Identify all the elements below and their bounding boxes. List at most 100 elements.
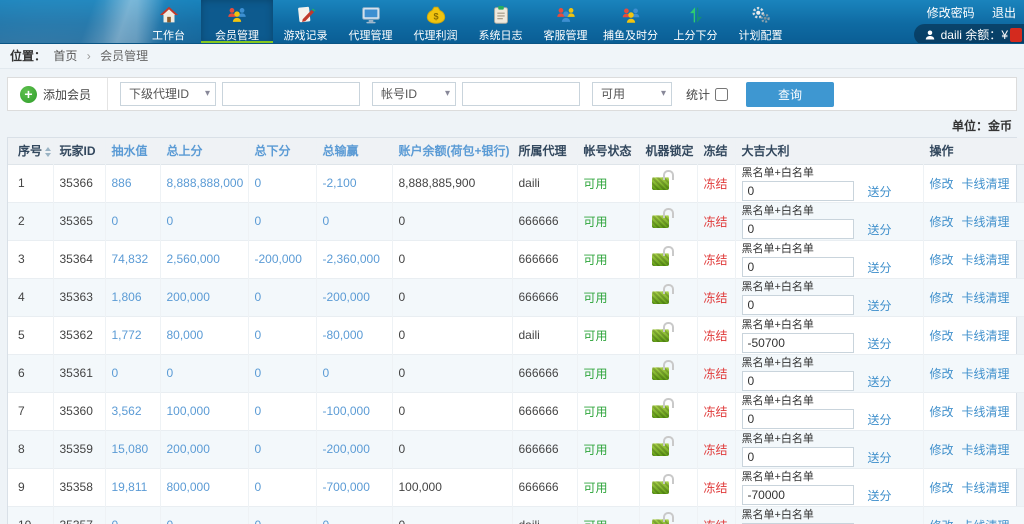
freeze-link[interactable]: 冻结 (704, 291, 728, 305)
freeze-link[interactable]: 冻结 (704, 177, 728, 191)
cell-freeze: 冻结 (697, 392, 735, 430)
edit-link[interactable]: 修改 (930, 215, 954, 229)
nav-item-system-log[interactable]: 系统日志 (468, 0, 533, 44)
freeze-link[interactable]: 冻结 (704, 253, 728, 267)
score-input[interactable] (742, 409, 854, 429)
score-input[interactable] (742, 257, 854, 277)
nav-item-members[interactable]: 会员管理 (201, 0, 273, 44)
machine-lock-icon[interactable] (652, 367, 669, 380)
clean-line-link[interactable]: 卡线清理 (962, 253, 1010, 267)
freeze-link[interactable]: 冻结 (704, 443, 728, 457)
edit-link[interactable]: 修改 (930, 367, 954, 381)
cell-winloss: -80,000 (316, 316, 392, 354)
machine-lock-icon[interactable] (652, 215, 669, 228)
send-score-link[interactable]: 送分 (868, 259, 892, 276)
status-select[interactable]: 可用 (592, 82, 672, 106)
table-row: 9 35358 19,811 800,000 0 -700,000 100,00… (8, 468, 1024, 506)
freeze-link[interactable]: 冻结 (704, 481, 728, 495)
score-input[interactable] (742, 485, 854, 505)
send-score-link[interactable]: 送分 (868, 411, 892, 428)
edit-link[interactable]: 修改 (930, 405, 954, 419)
score-input[interactable] (742, 371, 854, 391)
machine-lock-icon[interactable] (652, 329, 669, 342)
score-input[interactable] (742, 181, 854, 201)
col-header-total-down: 总下分 (248, 138, 316, 164)
score-input[interactable] (742, 219, 854, 239)
send-score-link[interactable]: 送分 (868, 449, 892, 466)
send-score-link[interactable]: 送分 (868, 373, 892, 390)
account-id-select[interactable]: 帐号ID (372, 82, 456, 106)
edit-link[interactable]: 修改 (930, 329, 954, 343)
user-balance-pill[interactable]: daili 余额：¥ (914, 24, 1024, 44)
cell-freeze: 冻结 (697, 164, 735, 202)
clean-line-link[interactable]: 卡线清理 (962, 291, 1010, 305)
fishing-points-icon (620, 4, 642, 26)
nav-item-customer-service[interactable]: 客服管理 (533, 0, 598, 44)
send-score-link[interactable]: 送分 (868, 487, 892, 504)
cell-status: 可用 (577, 430, 639, 468)
machine-lock-icon[interactable] (652, 291, 669, 304)
edit-link[interactable]: 修改 (930, 253, 954, 267)
send-score-link[interactable]: 送分 (868, 335, 892, 352)
cell-operations: 修改卡线清理 (923, 316, 1024, 354)
freeze-link[interactable]: 冻结 (704, 329, 728, 343)
nav-item-fishing-points[interactable]: 捕鱼及时分 (598, 0, 663, 44)
agent-id-input[interactable] (222, 82, 360, 106)
col-header-operations: 操作 (923, 138, 1024, 164)
clean-line-link[interactable]: 卡线清理 (962, 405, 1010, 419)
freeze-link[interactable]: 冻结 (704, 519, 728, 524)
change-password-link[interactable]: 修改密码 (927, 6, 975, 20)
clean-line-link[interactable]: 卡线清理 (962, 443, 1010, 457)
table-row: 1 35366 886 8,888,888,000 0 -2,100 8,888… (8, 164, 1024, 202)
freeze-link[interactable]: 冻结 (704, 215, 728, 229)
workbench-icon (158, 4, 180, 26)
machine-lock-icon[interactable] (652, 519, 669, 524)
nav-item-workbench[interactable]: 工作台 (136, 0, 201, 44)
cell-pump: 15,080 (105, 430, 160, 468)
machine-lock-icon[interactable] (652, 253, 669, 266)
col-header-index[interactable]: 序号 (8, 138, 53, 164)
clean-line-link[interactable]: 卡线清理 (962, 519, 1010, 524)
cell-machine-lock (639, 468, 697, 506)
clean-line-link[interactable]: 卡线清理 (962, 367, 1010, 381)
edit-link[interactable]: 修改 (930, 481, 954, 495)
freeze-link[interactable]: 冻结 (704, 367, 728, 381)
clean-line-link[interactable]: 卡线清理 (962, 177, 1010, 191)
send-score-link[interactable]: 送分 (868, 183, 892, 200)
edit-link[interactable]: 修改 (930, 177, 954, 191)
nav-item-agent-profit[interactable]: $ 代理利润 (403, 0, 468, 44)
account-id-input[interactable] (462, 82, 580, 106)
breadcrumb-home-link[interactable]: 首页 (53, 49, 77, 63)
send-score-link[interactable]: 送分 (868, 221, 892, 238)
edit-link[interactable]: 修改 (930, 443, 954, 457)
logout-link[interactable]: 退出 (992, 6, 1016, 20)
nav-item-plan-config[interactable]: 计划配置 (728, 0, 793, 44)
stats-label: 统计 (686, 86, 710, 103)
clean-line-link[interactable]: 卡线清理 (962, 215, 1010, 229)
agent-id-select[interactable]: 下级代理ID (120, 82, 216, 106)
score-input[interactable] (742, 333, 854, 353)
search-button[interactable]: 查询 (746, 82, 834, 107)
nav-item-points-up-down[interactable]: 上分下分 (663, 0, 728, 44)
cell-index: 5 (8, 316, 53, 354)
blacklist-whitelist-label: 黑名单+白名单 (742, 509, 917, 522)
stats-checkbox[interactable] (715, 88, 728, 101)
score-input[interactable] (742, 295, 854, 315)
add-member-button[interactable]: + 添加会员 (16, 78, 108, 110)
nav-item-game-records[interactable]: 游戏记录 (273, 0, 338, 44)
edit-link[interactable]: 修改 (930, 291, 954, 305)
nav-item-agent-management[interactable]: 代理管理 (338, 0, 403, 44)
machine-lock-icon[interactable] (652, 177, 669, 190)
freeze-link[interactable]: 冻结 (704, 405, 728, 419)
edit-link[interactable]: 修改 (930, 519, 954, 524)
machine-lock-icon[interactable] (652, 405, 669, 418)
machine-lock-icon[interactable] (652, 443, 669, 456)
score-input[interactable] (742, 447, 854, 467)
send-score-link[interactable]: 送分 (868, 297, 892, 314)
clean-line-link[interactable]: 卡线清理 (962, 329, 1010, 343)
clean-line-link[interactable]: 卡线清理 (962, 481, 1010, 495)
cell-pump: 0 (105, 202, 160, 240)
blacklist-whitelist-label: 黑名单+白名单 (742, 167, 917, 180)
cell-status: 可用 (577, 240, 639, 278)
machine-lock-icon[interactable] (652, 481, 669, 494)
